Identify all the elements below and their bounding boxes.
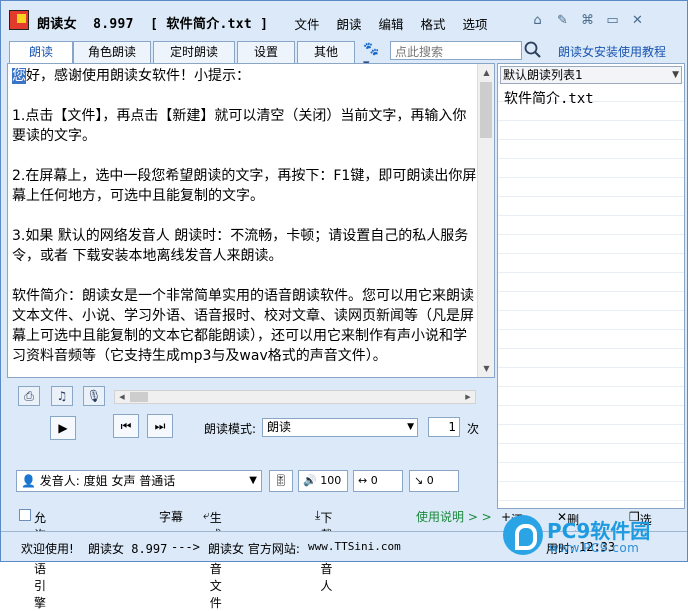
home-icon[interactable]: ⌂ (525, 12, 550, 30)
window-title: 朗读女 8.997 [ 软件简介.txt ] (37, 17, 269, 32)
menu-read[interactable]: 朗读 (328, 14, 370, 33)
menu-bar: 文件 朗读 编辑 格式 选项 (286, 14, 496, 33)
editor-content: 好，感谢使用朗读女软件！小提示： 1.点击【文件】，再点击【新建】就可以清空（关… (12, 68, 477, 364)
times-unit-label: 次 (467, 422, 480, 436)
progress-scrollbar[interactable]: ◀ ▶ (114, 390, 476, 404)
tab-role-read[interactable]: 角色朗读 (73, 41, 151, 63)
help-link[interactable]: 使用说明 > > (416, 508, 492, 525)
scroll-left-icon[interactable]: ◀ (115, 391, 129, 403)
menu-file[interactable]: 文件 (286, 14, 328, 33)
paw-icon[interactable]: 🐾▾ (363, 42, 385, 72)
menu-format[interactable]: 格式 (412, 14, 454, 33)
watermark-logo-icon (503, 515, 543, 555)
status-site-url[interactable]: www.TTSini.com (308, 540, 401, 553)
status-site-label: 朗读女 官方网站: (208, 542, 300, 556)
checkbox-icon[interactable] (19, 509, 31, 521)
scroll-thumb[interactable] (480, 82, 492, 138)
playlist-select[interactable]: 默认朗读列表1 ▼ (500, 66, 682, 84)
chevron-down-icon: ▼ (672, 70, 679, 80)
watermark-brand: PC9软件园 (547, 519, 651, 543)
tools-icon[interactable]: ✎ (550, 12, 575, 30)
voice-select[interactable]: 👤 发音人: 度姐 女声 普通话 ▼ (16, 470, 262, 492)
microphone-icon[interactable]: 🎙 (83, 386, 105, 406)
tab-settings[interactable]: 设置 (237, 41, 295, 63)
read-mode-select[interactable]: 朗读 ▼ (262, 418, 418, 437)
scroll-right-icon[interactable]: ▶ (461, 391, 475, 403)
watermark-url: www.PC9.com (549, 541, 640, 555)
user-icon: 👤 (21, 474, 36, 488)
play-button[interactable]: ▶ (50, 416, 76, 440)
pitch-control[interactable]: ↘ 0 (409, 470, 459, 492)
status-welcome: 欢迎使用! (21, 542, 74, 556)
tree-icon[interactable]: ⌘ (575, 12, 600, 30)
title-bar: 朗读女 8.997 [ 软件简介.txt ] 文件 朗读 编辑 格式 选项 ⌂ … (1, 1, 687, 39)
read-mode-label: 朗读模式: (204, 422, 257, 436)
download-voice-button[interactable]: ⤓ 下载发音人 (315, 508, 332, 593)
close-icon[interactable]: ✕ (625, 12, 650, 30)
tab-read[interactable]: 朗读 (9, 41, 73, 64)
chevron-down-icon: ▼ (249, 475, 257, 486)
status-arrow: ---> (171, 540, 200, 554)
install-guide-link[interactable]: 朗读女安装使用教程 (558, 43, 666, 60)
playlist-item[interactable]: 软件简介.txt (504, 88, 594, 108)
menu-edit[interactable]: 编辑 (370, 14, 412, 33)
music-note-icon[interactable]: ♫ (51, 386, 73, 406)
document-icon[interactable]: ⎙ (18, 386, 40, 406)
status-app: 朗读女 8.997 (88, 542, 168, 556)
minimize-icon[interactable]: ▭ (600, 12, 625, 30)
next-button[interactable]: ⏭ (147, 414, 173, 438)
tab-other[interactable]: 其他 (297, 41, 355, 63)
playlist-panel: 默认朗读列表1 ▼ 软件简介.txt (497, 63, 685, 509)
editor-text[interactable]: 您好，感谢使用朗读女软件！小提示： 1.点击【文件】，再点击【新建】就可以清空（… (12, 66, 478, 366)
scroll-up-icon[interactable]: ▲ (478, 64, 494, 81)
tab-timed-read[interactable]: 定时朗读 (153, 41, 235, 63)
bottom-toolbar: 允许双语引擎 字幕 ⤶ 生成声音文件 ⤓ 下载发音人 使用说明 > > (7, 507, 495, 610)
app-window: 朗读女 8.997 [ 软件简介.txt ] 文件 朗读 编辑 格式 选项 ⌂ … (0, 0, 688, 610)
progress-thumb[interactable] (130, 392, 148, 402)
watermark: PC9软件园 www.PC9.com (503, 513, 687, 561)
speed-control[interactable]: ↔ 0 (353, 470, 403, 492)
editor-selection: 您 (12, 68, 26, 84)
editor-vertical-scrollbar[interactable]: ▲ ▼ (477, 64, 494, 377)
app-logo-icon (9, 10, 29, 30)
chevron-down-icon: ▼ (407, 422, 414, 432)
text-editor[interactable]: 您好，感谢使用朗读女软件！小提示： 1.点击【文件】，再点击【新建】就可以清空（… (7, 63, 495, 378)
previous-button[interactable]: ⏮ (113, 414, 139, 438)
window-controls: ⌂ ✎ ⌘ ▭ ✕ (525, 12, 650, 30)
repeat-times-input[interactable]: 1 (428, 417, 460, 437)
menu-options[interactable]: 选项 (454, 14, 496, 33)
search-input[interactable]: 点此搜索 (390, 41, 522, 60)
search-icon[interactable] (523, 40, 543, 60)
subtitle-button[interactable]: 字幕 (159, 508, 183, 525)
allow-dual-engine-checkbox[interactable]: 允许双语引擎 (19, 508, 46, 610)
volume-control[interactable]: 🔊 100 (298, 470, 348, 492)
voice-settings-icon[interactable]: 🎚 (269, 470, 293, 492)
generate-audio-button[interactable]: ⤶ 生成声音文件 (203, 508, 222, 610)
scroll-down-icon[interactable]: ▼ (478, 360, 494, 377)
